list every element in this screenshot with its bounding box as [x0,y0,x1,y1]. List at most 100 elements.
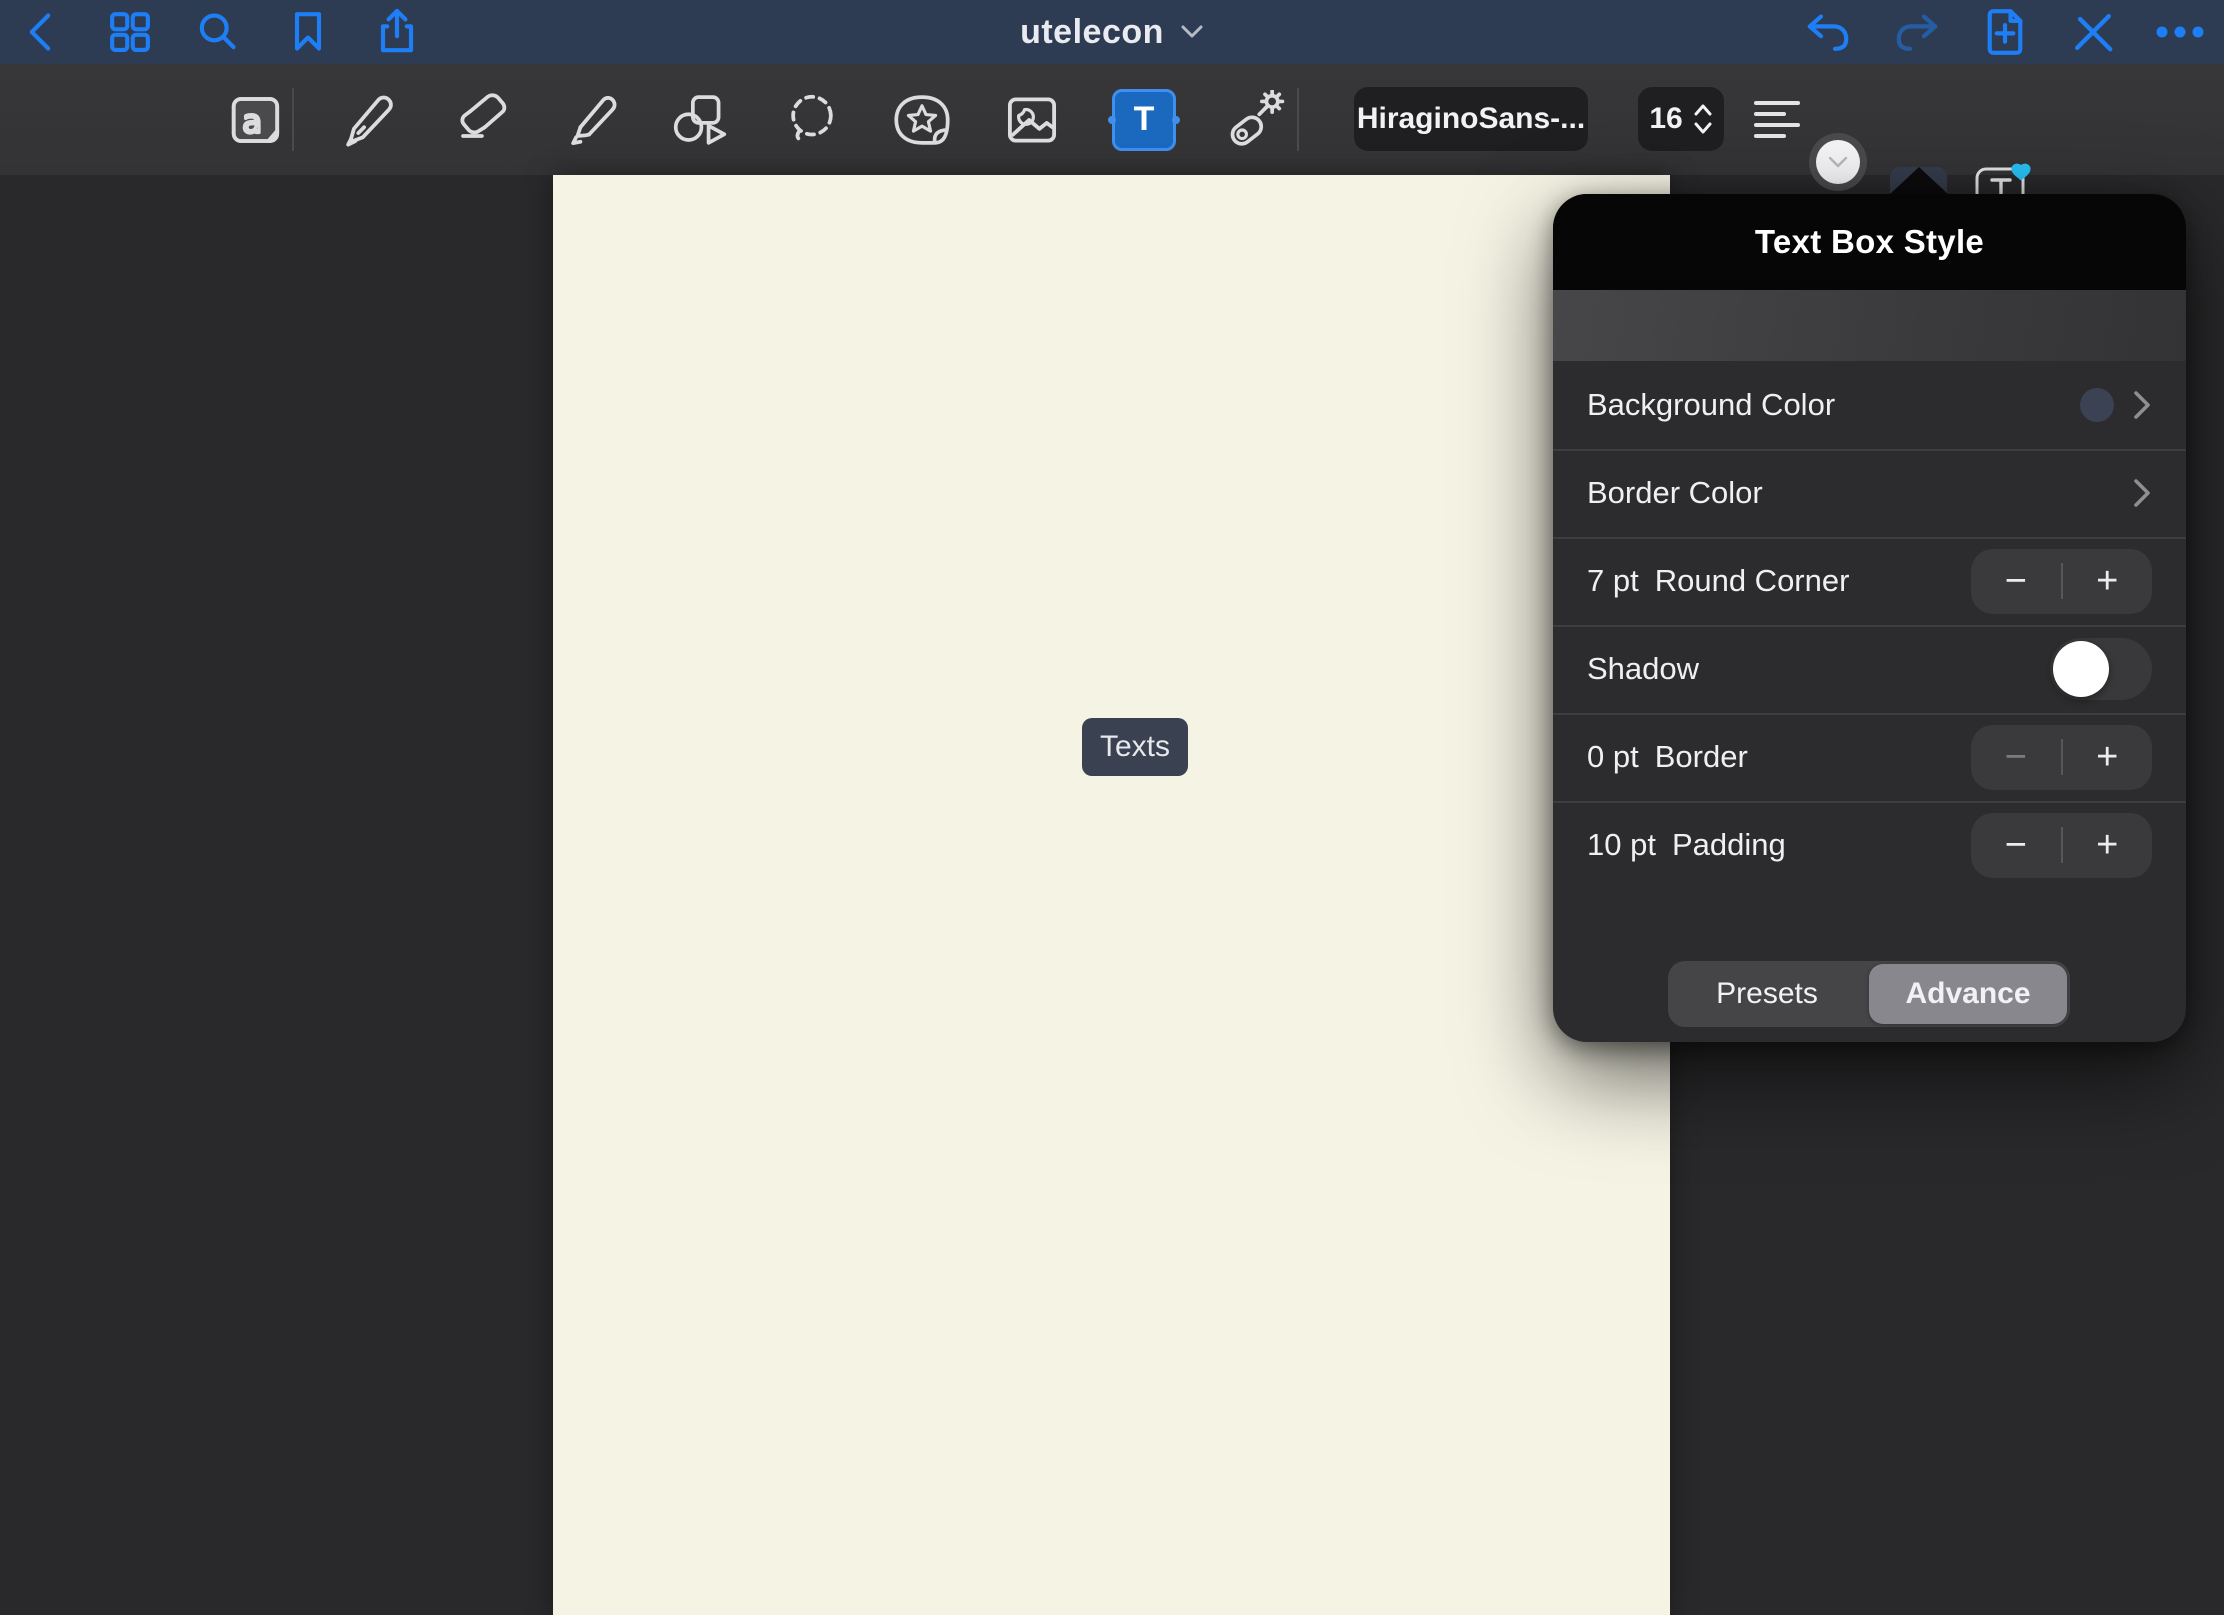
redo-button[interactable] [1885,0,1949,64]
tool-shapes[interactable] [655,64,745,175]
undo-button[interactable] [1796,0,1860,64]
segment-presets[interactable]: Presets [1668,961,1866,1027]
title-chevron-down-icon [1180,24,1204,40]
round-corner-stepper: − + [1971,549,2152,614]
elements-sticker-icon [892,92,952,148]
svg-text:a: a [242,102,262,140]
toggle-knob [2053,641,2109,697]
document-page[interactable]: Texts [553,175,1670,1615]
bookmark-icon [288,10,328,54]
undo-icon [1804,11,1852,53]
redo-icon [1893,11,1941,53]
tool-pen[interactable] [322,64,412,175]
minus-button[interactable]: − [1971,562,2061,600]
top-navigation-bar: utelecon [0,0,2224,64]
tool-image[interactable] [987,64,1077,175]
popup-preview-strip [1553,290,2186,361]
more-options-button[interactable] [2148,0,2212,64]
back-chevron-icon [23,10,57,54]
thumbnails-button[interactable] [98,0,162,64]
zoom-window-icon: a [225,93,283,147]
popup-arrow [1888,167,1950,196]
font-name-selector[interactable]: HiraginoSans-... [1354,87,1588,151]
selection-handle-right [1172,116,1180,124]
text-color-button[interactable] [1809,133,1867,191]
font-size-value: 16 [1649,102,1682,136]
search-icon [195,10,239,54]
plus-button[interactable]: + [2063,562,2153,600]
shapes-icon [670,91,730,149]
plus-button[interactable]: + [2063,738,2153,776]
row-label: Border [1655,739,1748,775]
add-page-icon [1984,7,2026,57]
row-label: Shadow [1587,651,1699,687]
size-up-down-icon [1693,102,1713,136]
presets-advance-segmented-control: Presets Advance [1668,961,2070,1027]
add-page-button[interactable] [1973,0,2037,64]
bookmark-button[interactable] [276,0,340,64]
border-value: 0 pt [1587,739,1639,775]
back-button[interactable] [8,0,72,64]
grid-icon [108,10,152,54]
popup-row-background-color[interactable]: Background Color [1553,361,2186,449]
toolbar-divider [1297,88,1299,151]
stylus-disabled-button[interactable] [2061,0,2125,64]
selection-handle-left [1108,116,1116,124]
round-corner-value: 7 pt [1587,563,1639,599]
tool-highlighter[interactable] [547,64,637,175]
lasso-icon [783,91,841,149]
segment-advance-selected[interactable]: Advance [1869,964,2067,1024]
padding-stepper: − + [1971,813,2152,878]
toolbar-divider [292,88,294,151]
canvas-textbox-text: Texts [1100,730,1170,764]
share-button[interactable] [365,0,429,64]
popup-row-round-corner: 7 pt Round Corner − + [1553,537,2186,625]
row-label: Padding [1672,827,1786,863]
stylus-disabled-icon [2070,9,2116,55]
canvas-textbox[interactable]: Texts [1082,718,1188,776]
textbox-style-popup: Text Box Style Background Color Border C… [1553,194,2186,1042]
popup-row-border-color[interactable]: Border Color [1553,449,2186,537]
font-name-label: HiraginoSans-... [1357,102,1585,136]
eraser-icon [450,91,508,149]
font-size-stepper[interactable]: 16 [1638,87,1724,151]
chevron-right-icon [2132,477,2152,509]
border-stepper: − + [1971,725,2152,790]
tool-lasso[interactable] [767,64,857,175]
background-color-swatch [2080,388,2114,422]
color-chevron-down-icon [1828,156,1848,168]
row-label: Border Color [1587,475,1763,511]
row-label: Background Color [1587,387,1835,423]
text-tool-active-icon: T [1112,89,1176,151]
text-tool-glyph: T [1134,100,1155,139]
tool-laser-pointer[interactable] [1210,64,1300,175]
tool-text[interactable]: T [1099,64,1189,175]
chevron-right-icon [2132,389,2152,421]
tool-elements[interactable] [877,64,967,175]
laser-pointer-icon [1225,90,1285,150]
minus-button-disabled[interactable]: − [1971,738,2061,776]
highlighter-icon [563,91,621,149]
pen-icon [339,91,395,149]
popup-row-padding: 10 pt Padding − + [1553,801,2186,889]
tool-zoom-window[interactable]: a [209,64,299,175]
popup-title: Text Box Style [1755,223,1984,261]
padding-value: 10 pt [1587,827,1656,863]
row-label: Round Corner [1655,563,1850,599]
tools-toolbar: a [0,64,2224,175]
tool-eraser[interactable] [434,64,524,175]
shadow-toggle-off[interactable] [2050,638,2152,700]
document-title[interactable]: utelecon [1020,13,1164,52]
share-icon [376,8,418,56]
popup-footer: Presets Advance [1553,889,2186,1041]
text-alignment-button[interactable] [1746,87,1808,151]
popup-header: Text Box Style [1553,194,2186,290]
search-button[interactable] [185,0,249,64]
popup-row-shadow: Shadow [1553,625,2186,713]
plus-button[interactable]: + [2063,826,2153,864]
popup-row-border: 0 pt Border − + [1553,713,2186,801]
image-icon [1004,92,1060,148]
text-color-swatch-white [1816,140,1860,184]
minus-button[interactable]: − [1971,826,2061,864]
ellipsis-icon [2156,26,2204,38]
